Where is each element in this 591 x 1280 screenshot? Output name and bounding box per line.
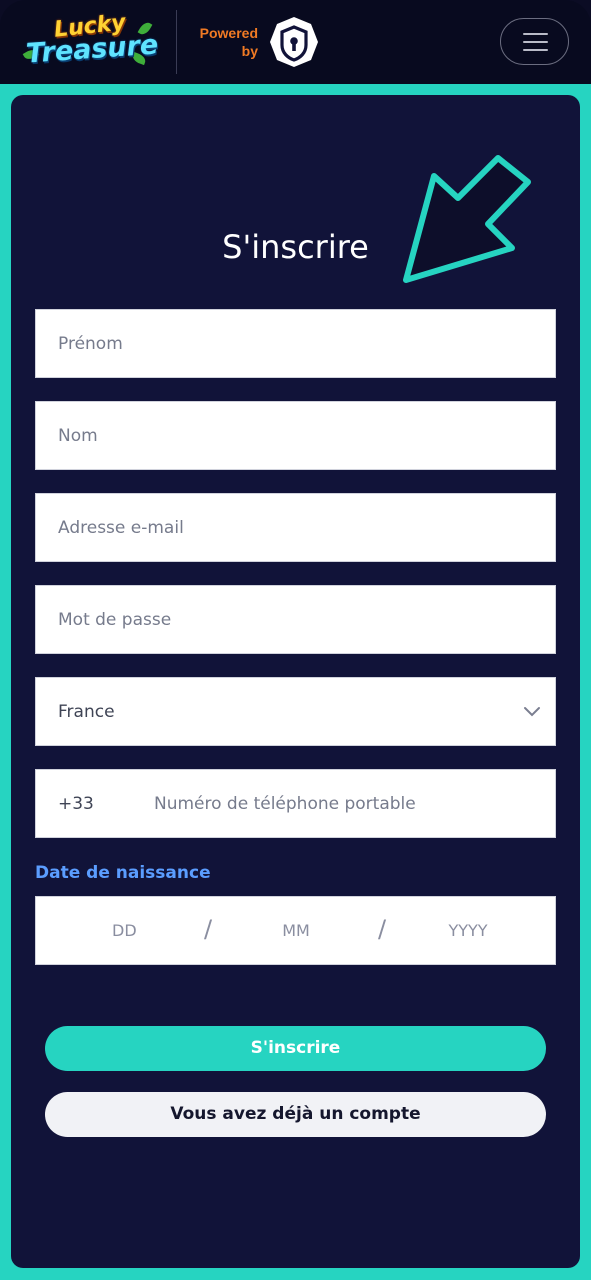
chevron-down-icon: [524, 707, 540, 717]
password-input[interactable]: [36, 586, 555, 653]
menu-button[interactable]: [500, 18, 569, 65]
signup-submit-button[interactable]: S'inscrire: [45, 1026, 546, 1071]
top-bar: Lucky Treasure Powered by: [0, 0, 591, 84]
last-name-field[interactable]: [35, 401, 556, 470]
hamburger-menu-icon: [523, 41, 548, 43]
date-of-birth-field[interactable]: DD / MM / YYYY: [35, 896, 556, 965]
shield-keyhole-icon: [270, 17, 318, 67]
email-field[interactable]: [35, 493, 556, 562]
phone-input[interactable]: [36, 770, 555, 837]
country-select[interactable]: France: [35, 677, 556, 746]
first-name-input[interactable]: [36, 310, 555, 377]
country-value: France: [58, 702, 115, 722]
password-field[interactable]: [35, 585, 556, 654]
dob-separator: /: [378, 915, 387, 943]
phone-field[interactable]: +33: [35, 769, 556, 838]
hamburger-menu-icon: [523, 33, 548, 35]
powered-by-text: Powered by: [190, 24, 258, 60]
arrow-pointer-icon: [403, 155, 531, 283]
page-title: S'inscrire: [222, 228, 369, 266]
email-input[interactable]: [36, 494, 555, 561]
dob-month-input[interactable]: MM: [276, 921, 316, 940]
lucky-treasure-logo[interactable]: Lucky Treasure: [20, 10, 160, 74]
last-name-input[interactable]: [36, 402, 555, 469]
dob-day-input[interactable]: DD: [112, 921, 137, 940]
date-of-birth-label: Date de naissance: [35, 863, 211, 883]
powered-by-line1: Powered: [199, 25, 258, 41]
dob-separator: /: [204, 915, 213, 943]
first-name-field[interactable]: [35, 309, 556, 378]
hamburger-menu-icon: [523, 49, 548, 51]
powered-by-line2: by: [241, 43, 258, 59]
existing-account-button[interactable]: Vous avez déjà un compte: [45, 1092, 546, 1137]
header-divider: [176, 10, 177, 74]
dob-year-input[interactable]: YYYY: [446, 921, 490, 940]
